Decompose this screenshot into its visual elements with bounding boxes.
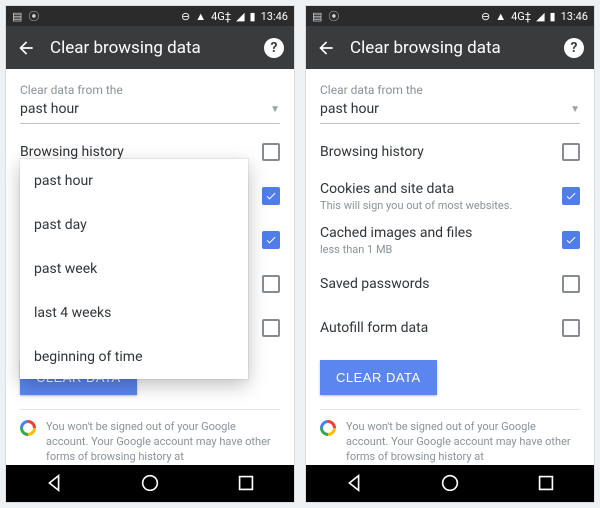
net-label: 4G‡ — [211, 10, 231, 23]
google-logo-icon — [320, 420, 336, 436]
chevron-down-icon: ▼ — [270, 104, 280, 115]
content-area: Clear data from the past hour ▼ Browsing… — [306, 69, 594, 465]
row-cookies[interactable]: Cookies and site data This will sign you… — [320, 174, 580, 218]
row-sublabel: less than 1 MB — [320, 243, 552, 256]
clear-data-button[interactable]: CLEAR DATA — [320, 360, 437, 395]
nav-home-button[interactable] — [439, 472, 461, 494]
content-area: Clear data from the past hour ▼ Browsing… — [6, 69, 294, 465]
app-bar: Clear browsing data ? — [306, 26, 594, 69]
dnd-icon: ⊖ — [481, 10, 490, 23]
page-title: Clear browsing data — [350, 38, 550, 58]
select-hint: Clear data from the — [20, 83, 280, 97]
net-label: 4G‡ — [511, 10, 531, 23]
row-autofill[interactable]: Autofill form data — [320, 306, 580, 350]
nav-home-button[interactable] — [139, 472, 161, 494]
battery-icon: ▮ — [550, 10, 556, 23]
back-button[interactable] — [316, 38, 336, 58]
checkbox[interactable] — [562, 143, 580, 161]
select-value: past hour — [320, 101, 379, 117]
row-label: Browsing history — [320, 144, 552, 160]
nav-recent-button[interactable] — [235, 472, 257, 494]
dnd-icon: ⊖ — [181, 10, 190, 23]
row-label: Browsing history — [20, 144, 252, 160]
row-browsing-history[interactable]: Browsing history — [320, 130, 580, 174]
select-hint: Clear data from the — [320, 83, 580, 97]
battery-icon: ▮ — [250, 10, 256, 23]
chevron-down-icon: ▼ — [570, 104, 580, 115]
clock: 13:46 — [261, 10, 288, 23]
footer-note: You won't be signed out of your Google a… — [20, 409, 280, 465]
row-passwords[interactable]: Saved passwords — [320, 262, 580, 306]
checkbox[interactable] — [262, 275, 280, 293]
dropdown-option[interactable]: past hour — [20, 159, 248, 203]
checkbox[interactable] — [262, 143, 280, 161]
row-label: Autofill form data — [320, 320, 552, 336]
photo-icon: ▤ — [12, 10, 22, 23]
checkbox[interactable] — [262, 187, 280, 205]
checkbox[interactable] — [262, 231, 280, 249]
location-icon: ⦿ — [28, 8, 39, 24]
wifi-icon: ▲ — [195, 10, 206, 23]
app-bar: Clear browsing data ? — [6, 26, 294, 69]
status-bar: ▤ ⦿ ⊖ ▲ 4G‡ ◢ ▮ 13:46 — [306, 6, 594, 26]
nav-bar — [306, 465, 594, 502]
signal-icon: ◢ — [236, 10, 244, 23]
row-sublabel: This will sign you out of most websites. — [320, 199, 552, 212]
time-range-select[interactable]: past hour ▼ — [320, 97, 580, 124]
time-range-select[interactable]: past hour ▼ — [20, 97, 280, 124]
row-label: Cached images and files — [320, 225, 552, 241]
dropdown-option[interactable]: beginning of time — [20, 335, 248, 379]
wifi-icon: ▲ — [495, 10, 506, 23]
dropdown-option[interactable]: last 4 weeks — [20, 291, 248, 335]
select-value: past hour — [20, 101, 79, 117]
checkbox[interactable] — [562, 187, 580, 205]
screenshot-left: ▤ ⦿ ⊖ ▲ 4G‡ ◢ ▮ 13:46 Clear browsing dat… — [6, 6, 294, 502]
photo-icon: ▤ — [312, 10, 322, 23]
row-label: Cookies and site data — [320, 181, 552, 197]
dropdown-option[interactable]: past week — [20, 247, 248, 291]
help-button[interactable]: ? — [264, 38, 284, 58]
location-icon: ⦿ — [328, 8, 339, 24]
google-logo-icon — [20, 420, 36, 436]
clock: 13:46 — [561, 10, 588, 23]
checkbox[interactable] — [562, 231, 580, 249]
nav-back-button[interactable] — [343, 472, 365, 494]
checkbox[interactable] — [262, 319, 280, 337]
dropdown-option[interactable]: past day — [20, 203, 248, 247]
checkbox[interactable] — [562, 319, 580, 337]
footer-text: You won't be signed out of your Google a… — [46, 420, 280, 465]
back-button[interactable] — [16, 38, 36, 58]
screenshot-right: ▤ ⦿ ⊖ ▲ 4G‡ ◢ ▮ 13:46 Clear browsing dat… — [306, 6, 594, 502]
status-bar: ▤ ⦿ ⊖ ▲ 4G‡ ◢ ▮ 13:46 — [6, 6, 294, 26]
footer-text: You won't be signed out of your Google a… — [346, 420, 580, 465]
nav-back-button[interactable] — [43, 472, 65, 494]
row-label: Saved passwords — [320, 276, 552, 292]
signal-icon: ◢ — [536, 10, 544, 23]
footer-note: You won't be signed out of your Google a… — [320, 409, 580, 465]
row-cache[interactable]: Cached images and files less than 1 MB — [320, 218, 580, 262]
page-title: Clear browsing data — [50, 38, 250, 58]
nav-recent-button[interactable] — [535, 472, 557, 494]
time-range-dropdown: past hour past day past week last 4 week… — [20, 159, 248, 379]
checkbox[interactable] — [562, 275, 580, 293]
nav-bar — [6, 465, 294, 502]
help-button[interactable]: ? — [564, 38, 584, 58]
